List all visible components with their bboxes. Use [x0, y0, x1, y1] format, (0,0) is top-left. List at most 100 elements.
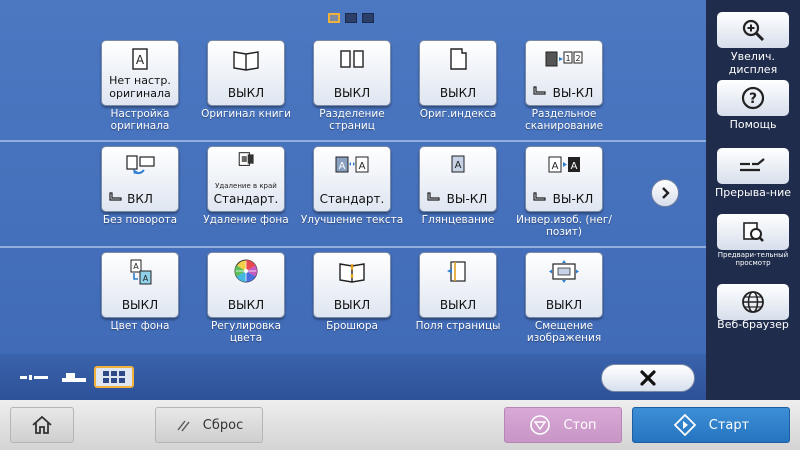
- page-margin-value: ВЫКЛ: [439, 298, 477, 312]
- rotation-icon: [126, 155, 155, 175]
- func-glossy: A ВЫ-КЛ Глянцевание: [406, 146, 510, 246]
- booklet-icon: [339, 263, 365, 283]
- no-rotation-value: ВКЛ: [127, 192, 153, 206]
- page-dot-3[interactable]: [362, 13, 374, 23]
- stop-icon: [530, 415, 551, 435]
- func-no-rotation: ВКЛ Без поворота: [88, 146, 192, 246]
- bg-removal-label: Удаление фона: [203, 214, 289, 226]
- page-dot-2[interactable]: [345, 13, 357, 23]
- svg-text:A: A: [339, 161, 346, 172]
- no-rotation-label: Без поворота: [102, 214, 178, 226]
- reset-button[interactable]: Сброс: [155, 407, 263, 443]
- close-icon: [640, 370, 656, 386]
- func-separate-scan: 1 2 ВЫ-КЛ Раздельное сканирование: [512, 40, 616, 140]
- no-rotation-button[interactable]: ВКЛ: [101, 146, 179, 212]
- svg-text:A: A: [136, 53, 145, 67]
- start-button[interactable]: Старт: [632, 407, 790, 443]
- image-shift-value: ВЫКЛ: [545, 298, 583, 312]
- svg-text:A: A: [143, 274, 149, 283]
- image-shift-button[interactable]: ВЫКЛ: [525, 252, 603, 318]
- interrupt-button[interactable]: [717, 148, 789, 184]
- booklet-button[interactable]: ВЫКЛ: [313, 252, 391, 318]
- original-settings-button[interactable]: A Нет настр. оригинала: [101, 40, 179, 106]
- image-shift-icon: [549, 260, 579, 283]
- page-separation-label: Разделение страниц: [319, 108, 385, 132]
- page-margin-button[interactable]: ВЫКЛ: [419, 252, 497, 318]
- list-view-icon: [20, 375, 48, 380]
- svg-text:A: A: [359, 161, 366, 172]
- glossy-value: ВЫ-КЛ: [446, 192, 488, 206]
- view-list-button[interactable]: [14, 366, 54, 388]
- reset-icon: [177, 420, 190, 432]
- bg-color-button[interactable]: A A ВЫКЛ: [101, 252, 179, 318]
- view-tiles-button[interactable]: [54, 366, 94, 388]
- original-settings-value: Нет настр. оригинала: [109, 74, 171, 100]
- glossy-button[interactable]: A ВЫ-КЛ: [419, 146, 497, 212]
- color-adjust-button[interactable]: ВЫКЛ: [207, 252, 285, 318]
- svg-text:A: A: [552, 161, 559, 172]
- image-shift-label: Смещение изображения: [526, 320, 602, 344]
- interrupt-icon: [740, 158, 765, 172]
- grid-view-icon: [103, 371, 125, 383]
- glossy-label: Глянцевание: [421, 214, 495, 226]
- preview-label: Предвари-тельный просмотр: [717, 251, 789, 267]
- svg-text:A: A: [571, 161, 578, 172]
- web-browser-button[interactable]: [717, 284, 789, 320]
- index-original-button[interactable]: ВЫКЛ: [419, 40, 497, 106]
- web-browser-label: Веб-браузер: [717, 318, 789, 331]
- page-separation-value: ВЫКЛ: [333, 86, 371, 100]
- func-text-enhance: A A Стандарт. Улучшение текста: [300, 146, 404, 246]
- index-original-value: ВЫКЛ: [439, 86, 477, 100]
- func-page-margin: ВЫКЛ Поля страницы: [406, 252, 510, 352]
- booklet-value: ВЫКЛ: [333, 298, 371, 312]
- book-original-label: Оригинал книги: [201, 108, 291, 120]
- bg-removal-button[interactable]: Удаление в край Стандарт.: [207, 146, 285, 212]
- func-book-original: ВЫКЛ Оригинал книги: [194, 40, 298, 140]
- index-original-label: Ориг.индекса: [419, 108, 497, 120]
- separate-scan-button[interactable]: 1 2 ВЫ-КЛ: [525, 40, 603, 106]
- glossy-icon: A: [451, 155, 465, 173]
- booklet-label: Брошюра: [326, 320, 378, 332]
- tray-icon: [533, 192, 546, 201]
- text-enhance-button[interactable]: A A Стандарт.: [313, 146, 391, 212]
- tray-icon: [533, 86, 546, 95]
- page-separation-button[interactable]: ВЫКЛ: [313, 40, 391, 106]
- svg-text:1: 1: [565, 54, 570, 63]
- original-settings-label: Настройка оригинала: [110, 108, 170, 132]
- preview-button[interactable]: [717, 214, 789, 250]
- footer-bar: Сброс Стоп Старт: [0, 400, 800, 450]
- start-label: Старт: [708, 417, 750, 433]
- book-original-button[interactable]: ВЫКЛ: [207, 40, 285, 106]
- separate-scan-label: Раздельное сканирование: [524, 108, 604, 132]
- zoom-in-icon: [742, 19, 765, 42]
- next-page-button[interactable]: [651, 179, 679, 207]
- margin-icon: [447, 261, 466, 282]
- close-button[interactable]: [601, 364, 695, 392]
- separate-scan-value: ВЫ-КЛ: [552, 86, 594, 100]
- row-divider: [0, 246, 706, 248]
- func-invert-image: A A ВЫ-КЛ Инвер.изоб. (нег/позит): [512, 146, 616, 246]
- invert-image-value: ВЫ-КЛ: [552, 192, 594, 206]
- bg-removal-sub: Удаление в край: [215, 182, 277, 190]
- svg-text:?: ?: [749, 91, 757, 107]
- func-bg-color: A A ВЫКЛ Цвет фона: [88, 252, 192, 352]
- svg-text:2: 2: [575, 54, 580, 63]
- help-label: Помощь: [729, 118, 777, 131]
- page-dot-1[interactable]: [328, 13, 340, 23]
- view-grid-button[interactable]: [94, 366, 134, 388]
- stop-button[interactable]: Стоп: [504, 407, 622, 443]
- color-adjust-label: Регулировка цвета: [210, 320, 282, 344]
- globe-icon: [742, 291, 764, 313]
- invert-image-button[interactable]: A A ВЫ-КЛ: [525, 146, 603, 212]
- interrupt-label: Прерыва-ние: [715, 186, 791, 199]
- zoom-display-button[interactable]: [717, 12, 789, 48]
- home-button[interactable]: [10, 407, 74, 443]
- func-booklet: ВЫКЛ Брошюра: [300, 252, 404, 352]
- view-toggle-group: [14, 366, 146, 388]
- text-enhance-value: Стандарт.: [319, 192, 385, 206]
- start-icon: [673, 413, 697, 437]
- preview-icon: [743, 222, 764, 242]
- svg-text:A: A: [455, 160, 462, 171]
- help-button[interactable]: ?: [717, 80, 789, 116]
- index-doc-icon: [450, 48, 467, 70]
